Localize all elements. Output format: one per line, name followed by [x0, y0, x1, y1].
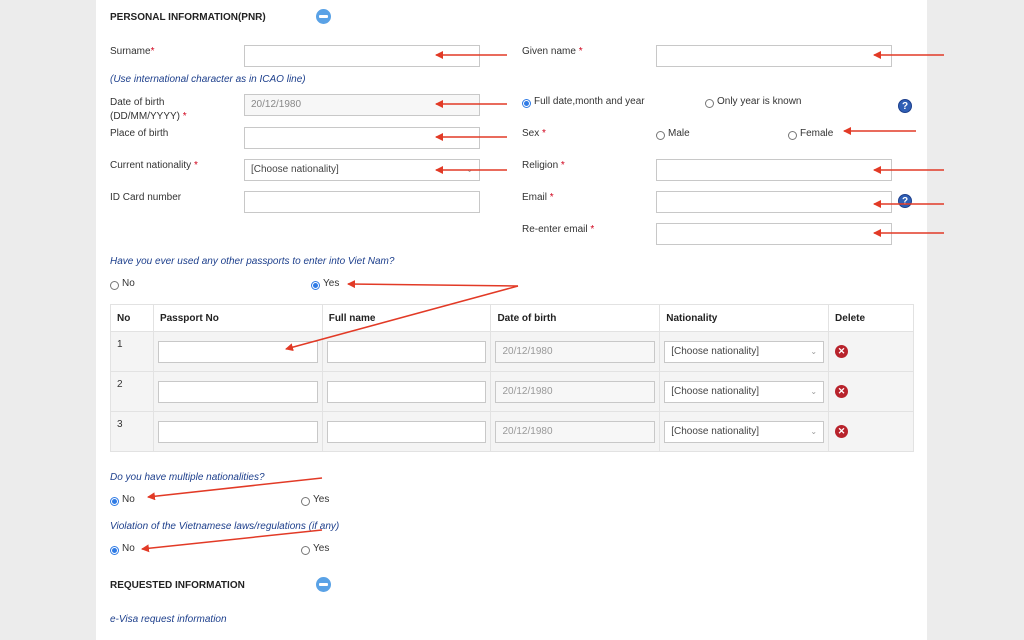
col-header-dob: Date of birth — [490, 304, 661, 332]
table-row: 3 20/12/1980 [Choose nationality] ⌄ ✕ — [110, 411, 914, 452]
row-number: 3 — [110, 411, 154, 452]
delete-row-icon[interactable]: ✕ — [835, 345, 849, 358]
col-header-delete: Delete — [828, 304, 914, 332]
given-name-input[interactable] — [656, 45, 892, 67]
row-number: 2 — [110, 371, 154, 412]
passport-nationality-value: [Choose nationality] — [671, 345, 760, 357]
evisa-request-subtitle: e-Visa request information — [110, 614, 227, 625]
chevron-down-icon: ⌄ — [466, 165, 473, 174]
passport-nationality-value: [Choose nationality] — [671, 425, 760, 437]
col-header-no: No — [110, 304, 154, 332]
id-card-label: ID Card number — [110, 192, 182, 203]
multiple-nationalities-no-label: No — [122, 494, 135, 505]
violation-no-radio[interactable] — [110, 546, 119, 555]
religion-label: Religion * — [522, 160, 565, 171]
dob-label: Date of birth (DD/MM/YYYY) * — [110, 97, 187, 122]
male-label: Male — [668, 128, 690, 139]
delete-row-icon[interactable]: ✕ — [835, 425, 849, 438]
full-date-radio[interactable] — [522, 99, 531, 108]
dob-input[interactable]: 20/12/1980 — [244, 94, 480, 116]
personal-info-title: PERSONAL INFORMATION(PNR) — [110, 12, 266, 23]
nationality-select-value: [Choose nationality] — [251, 164, 339, 175]
full-name-input[interactable] — [326, 380, 487, 403]
other-passports-table: No Passport No Full name Date of birth N… — [110, 304, 914, 452]
multiple-nationalities-question: Do you have multiple nationalities? — [110, 472, 265, 483]
multiple-nationalities-no-radio[interactable] — [110, 497, 119, 506]
passport-no-input[interactable] — [157, 420, 318, 443]
chevron-down-icon: ⌄ — [810, 386, 818, 396]
other-passports-yes-label: Yes — [323, 278, 340, 289]
email-input[interactable] — [656, 191, 892, 213]
full-name-input[interactable] — [326, 420, 487, 443]
reenter-email-input[interactable] — [656, 223, 892, 245]
full-name-input[interactable] — [326, 340, 487, 363]
requested-info-title: REQUESTED INFORMATION — [110, 580, 245, 591]
email-help-icon[interactable]: ? — [898, 194, 912, 208]
delete-row-icon[interactable]: ✕ — [835, 385, 849, 398]
violation-question: Violation of the Vietnamese laws/regulat… — [110, 521, 340, 532]
surname-label: Surname* — [110, 46, 155, 57]
passport-no-input[interactable] — [157, 340, 318, 363]
passport-dob-input[interactable]: 20/12/1980 — [495, 380, 656, 403]
place-of-birth-input[interactable] — [244, 127, 480, 149]
other-passports-yes-radio[interactable] — [311, 281, 320, 290]
year-only-radio[interactable] — [705, 99, 714, 108]
reenter-email-label: Re-enter email * — [522, 224, 595, 235]
multiple-nationalities-yes-label: Yes — [313, 494, 330, 505]
multiple-nationalities-yes-radio[interactable] — [301, 497, 310, 506]
passport-no-input[interactable] — [157, 380, 318, 403]
collapse-requested-icon[interactable] — [316, 577, 331, 592]
other-passports-no-label: No — [122, 278, 135, 289]
violation-no-label: No — [122, 543, 135, 554]
id-card-input[interactable] — [244, 191, 480, 213]
passport-nationality-select[interactable]: [Choose nationality] ⌄ — [664, 380, 825, 403]
given-name-label: Given name * — [522, 46, 583, 57]
female-label: Female — [800, 128, 834, 139]
col-header-nationality: Nationality — [659, 304, 830, 332]
place-of-birth-label: Place of birth — [110, 128, 169, 139]
collapse-personal-icon[interactable] — [316, 9, 331, 24]
chevron-down-icon: ⌄ — [810, 346, 818, 356]
full-date-label: Full date,month and year — [534, 96, 645, 107]
col-header-full-name: Full name — [321, 304, 492, 332]
chevron-down-icon: ⌄ — [810, 426, 818, 436]
passport-nationality-value: [Choose nationality] — [671, 385, 760, 397]
dob-help-icon[interactable]: ? — [898, 99, 912, 113]
year-only-label: Only year is known — [717, 96, 802, 107]
nationality-select[interactable]: [Choose nationality] ⌄ — [244, 159, 480, 181]
other-passports-no-radio[interactable] — [110, 281, 119, 290]
passport-nationality-select[interactable]: [Choose nationality] ⌄ — [664, 340, 825, 363]
table-row: 2 20/12/1980 [Choose nationality] ⌄ ✕ — [110, 371, 914, 412]
religion-input[interactable] — [656, 159, 892, 181]
table-row: 1 20/12/1980 [Choose nationality] ⌄ ✕ — [110, 331, 914, 372]
sex-label: Sex * — [522, 128, 546, 139]
passport-dob-input[interactable]: 20/12/1980 — [495, 420, 656, 443]
violation-yes-label: Yes — [313, 543, 330, 554]
intl-char-note: (Use international character as in ICAO … — [110, 74, 306, 85]
table-header-row: No Passport No Full name Date of birth N… — [110, 304, 914, 332]
other-passports-question: Have you ever used any other passports t… — [110, 256, 395, 267]
col-header-passport-no: Passport No — [152, 304, 323, 332]
surname-input[interactable] — [244, 45, 480, 67]
passport-nationality-select[interactable]: [Choose nationality] ⌄ — [664, 420, 825, 443]
passport-dob-input[interactable]: 20/12/1980 — [495, 340, 656, 363]
female-radio[interactable] — [788, 131, 797, 140]
nationality-label: Current nationality * — [110, 160, 198, 171]
row-number: 1 — [110, 331, 154, 372]
email-label: Email * — [522, 192, 554, 203]
violation-yes-radio[interactable] — [301, 546, 310, 555]
male-radio[interactable] — [656, 131, 665, 140]
